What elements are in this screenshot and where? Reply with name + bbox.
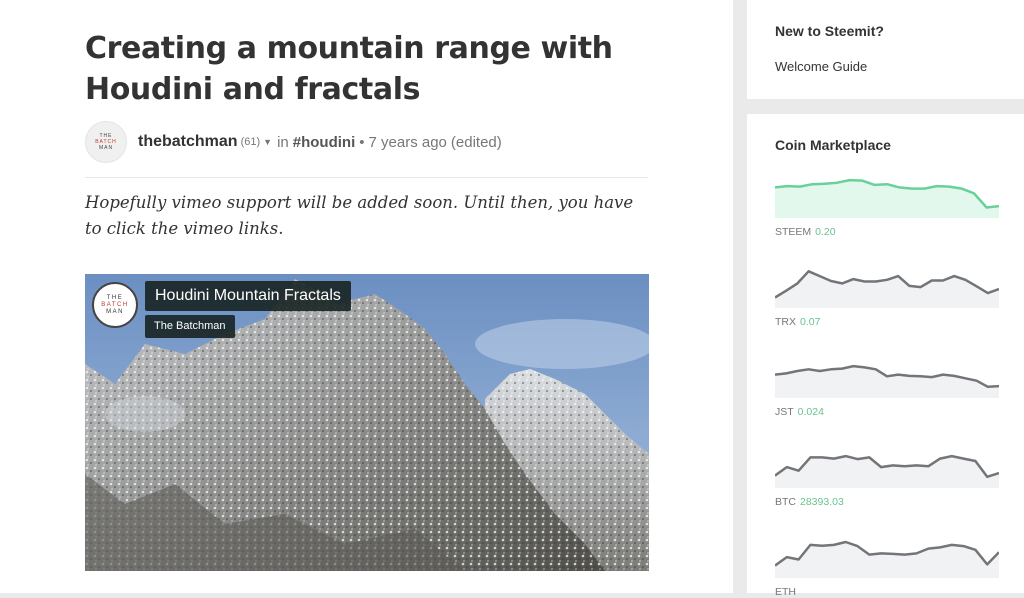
coin-price: 0.20 bbox=[815, 226, 836, 238]
coin-label-steem[interactable]: STEEM 0.20 bbox=[775, 226, 836, 238]
welcome-guide-link[interactable]: Welcome Guide bbox=[775, 59, 867, 74]
sparkline-area bbox=[775, 271, 999, 308]
coin-symbol: TRX bbox=[775, 316, 796, 328]
coin-label-btc[interactable]: BTC 28393.03 bbox=[775, 496, 844, 508]
logo-text-1: THE bbox=[106, 294, 124, 301]
author-reputation: (61) bbox=[240, 136, 261, 148]
coin-label-trx[interactable]: TRX 0.07 bbox=[775, 316, 820, 328]
coin-sparkline-trx bbox=[775, 270, 999, 308]
new-heading: New to Steemit? bbox=[775, 23, 884, 39]
coin-sparkline-jst bbox=[775, 364, 999, 398]
post-byline: THE BATCH MAN thebatchman (61) ▼ in #hou… bbox=[85, 121, 645, 163]
coin-symbol: STEEM bbox=[775, 226, 812, 238]
coin-price: 28393.03 bbox=[800, 496, 844, 508]
video-channel-link[interactable]: The Batchman bbox=[145, 315, 235, 338]
logo-text-2: BATCH bbox=[101, 301, 129, 308]
author-name-link[interactable]: thebatchman bbox=[138, 133, 238, 151]
author-avatar[interactable]: THE BATCH MAN bbox=[85, 121, 127, 163]
coin-symbol: BTC bbox=[775, 496, 796, 508]
coin-label-jst[interactable]: JST 0.024 bbox=[775, 406, 824, 418]
avatar-text-3: MAN bbox=[98, 145, 114, 151]
sparkline-area bbox=[775, 366, 999, 398]
coin-symbol: JST bbox=[775, 406, 794, 418]
new-to-steemit-card: New to Steemit? Welcome Guide bbox=[747, 0, 1024, 99]
post-intro-text: Hopefully vimeo support will be added so… bbox=[85, 193, 634, 238]
author-dropdown-caret-icon[interactable]: ▼ bbox=[263, 137, 272, 147]
coin-sparkline-btc bbox=[775, 454, 999, 488]
in-label: in bbox=[277, 133, 289, 151]
video-embed[interactable]: THE BATCH MAN Houdini Mountain Fractals … bbox=[85, 274, 649, 571]
post-card: Creating a mountain range with Houdini a… bbox=[0, 0, 733, 593]
coin-sparkline-steem bbox=[775, 178, 999, 218]
post-time[interactable]: 7 years ago bbox=[369, 134, 447, 151]
post-title: Creating a mountain range with Houdini a… bbox=[85, 31, 613, 107]
channel-logo[interactable]: THE BATCH MAN bbox=[92, 282, 138, 328]
coin-price: 0.024 bbox=[797, 406, 824, 418]
logo-text-3: MAN bbox=[106, 308, 124, 315]
category-tag-link[interactable]: #houdini bbox=[293, 134, 356, 151]
coin-price: 0.07 bbox=[800, 316, 821, 328]
video-title-link[interactable]: Houdini Mountain Fractals bbox=[145, 281, 351, 311]
coin-symbol: ETH bbox=[775, 586, 796, 598]
market-heading: Coin Marketplace bbox=[775, 137, 891, 153]
coin-sparkline-eth bbox=[775, 540, 999, 578]
divider bbox=[85, 177, 648, 178]
separator-dot: • bbox=[359, 133, 365, 151]
coin-label-eth[interactable]: ETH bbox=[775, 586, 800, 598]
edited-label: (edited) bbox=[450, 133, 502, 151]
coin-marketplace-card: Coin Marketplace STEEM 0.20 TRX 0.07 JST 0.02… bbox=[747, 114, 1024, 598]
